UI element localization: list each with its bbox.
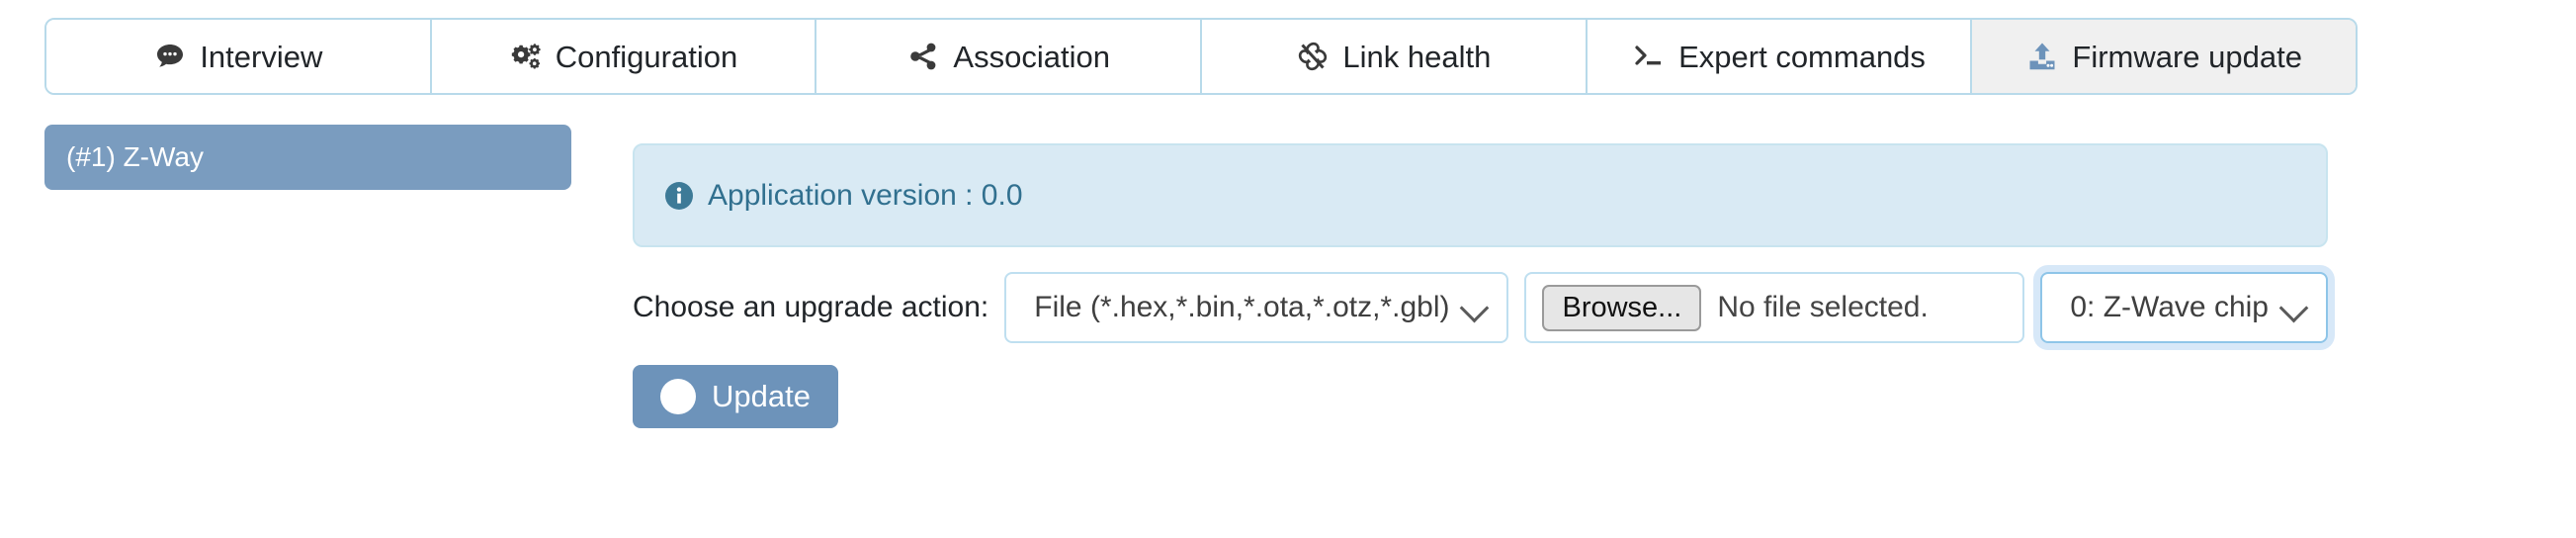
tab-interview-label: Interview <box>200 39 323 74</box>
info-circle-icon <box>664 181 694 211</box>
tab-interview[interactable]: Interview <box>46 20 432 93</box>
application-version-alert: Application version : 0.0 <box>633 143 2328 247</box>
tab-association[interactable]: Association <box>816 20 1203 93</box>
chevron-down-icon <box>1460 293 1490 323</box>
target-chip-select[interactable]: 0: Z-Wave chip <box>2040 272 2328 343</box>
upgrade-action-select[interactable]: File (*.hex,*.bin,*.ota,*.otz,*.gbl) <box>1004 272 1509 343</box>
upgrade-action-select-value: File (*.hex,*.bin,*.ota,*.otz,*.gbl) <box>1034 291 1450 323</box>
application-version-text: Application version : 0.0 <box>708 178 1023 212</box>
tab-association-label: Association <box>953 39 1110 74</box>
terminal-icon <box>1632 40 1666 73</box>
tab-link-health[interactable]: Link health <box>1202 20 1588 93</box>
tab-configuration[interactable]: Configuration <box>431 20 817 93</box>
device-list: (#1) Z-Way <box>44 125 571 190</box>
share-nodes-icon <box>906 40 940 73</box>
sidebar-item-zway[interactable]: (#1) Z-Way <box>44 125 571 190</box>
tab-expert-commands-label: Expert commands <box>1678 39 1926 74</box>
broken-link-icon <box>1296 40 1330 73</box>
file-selection-status: No file selected. <box>1717 291 1929 323</box>
upload-icon <box>2025 40 2059 73</box>
browse-button[interactable]: Browse... <box>1542 284 1702 331</box>
update-button[interactable]: Update <box>633 365 838 428</box>
upgrade-action-label: Choose an upgrade action: <box>633 291 989 323</box>
chevron-down-icon <box>2278 293 2309 323</box>
firmware-file-input[interactable]: Browse... No file selected. <box>1524 272 2025 343</box>
update-button-label: Update <box>712 379 811 413</box>
target-chip-select-value: 0: Z-Wave chip <box>2070 291 2269 323</box>
tab-firmware-update[interactable]: Firmware update <box>1972 20 2356 93</box>
comment-icon <box>153 40 187 73</box>
tab-firmware-update-label: Firmware update <box>2072 39 2302 74</box>
sidebar-item-label: (#1) Z-Way <box>66 141 204 172</box>
firmware-update-panel: Application version : 0.0 Choose an upgr… <box>633 143 2328 428</box>
tab-bar: Interview Configuration Association Link… <box>44 18 2358 95</box>
tab-bar-container: Interview Configuration Association Link… <box>44 18 2358 95</box>
tab-link-health-label: Link health <box>1342 39 1492 74</box>
gears-icon <box>509 40 543 73</box>
circle-icon <box>660 379 696 414</box>
upgrade-action-row: Choose an upgrade action: File (*.hex,*.… <box>633 272 2328 343</box>
tab-expert-commands[interactable]: Expert commands <box>1587 20 1973 93</box>
tab-configuration-label: Configuration <box>555 39 738 74</box>
